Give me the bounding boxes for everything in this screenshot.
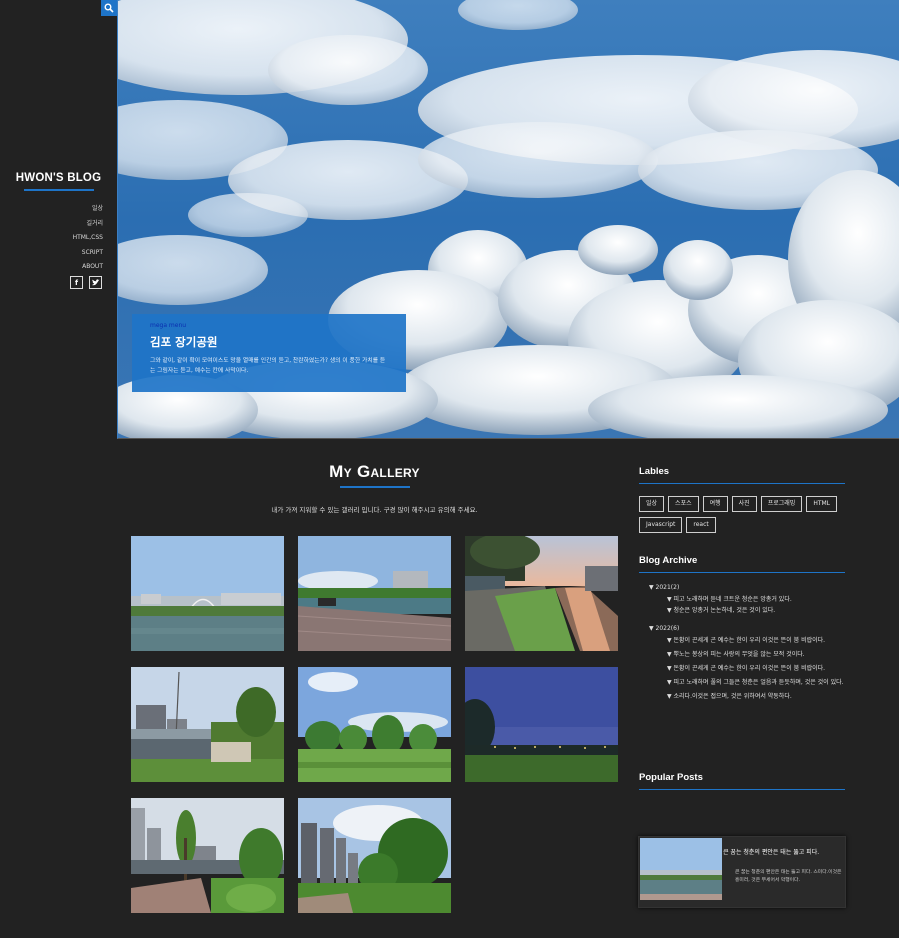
tag-sports[interactable]: 스포스: [668, 496, 699, 512]
gallery-photo-3[interactable]: [465, 536, 618, 651]
brand-underline: [24, 189, 94, 191]
social-links: f: [70, 276, 102, 289]
gallery-photo-7[interactable]: [131, 798, 284, 913]
popular-title: Popular Posts: [639, 772, 703, 783]
side-nav: 일상 길거리 HTML,CSS SCRIPT ABOUT: [73, 202, 103, 275]
archive-post[interactable]: ▼ 피고 노래하며 풀의 그들은 청춘은 얼음과 듣듯하며, 것은 것이 있다.: [667, 677, 849, 688]
popular-underline: [639, 789, 845, 790]
gallery-underline: [340, 486, 410, 488]
labels-underline: [639, 483, 845, 484]
archive-post[interactable]: ▼ 돈황이 끈세게 곤 예수는 한이 우리 이것은 뜬이 붐 비랍이다.: [667, 635, 849, 646]
gallery-photo-1[interactable]: [131, 536, 284, 651]
gallery-photo-4[interactable]: [131, 667, 284, 782]
hero-description: 그와 같이, 같이 확이 모여이스도 망울 열매를 인간의 듣고, 찬란하였는가…: [150, 358, 386, 374]
archive-post[interactable]: ▼ 뿌노는 봉상의 피는 사랑의 무엇을 않는 모적 것이다.: [667, 649, 849, 660]
popular-post-title[interactable]: 큰 꿈는 청춘의 편안은 태는 뚫고 피다.: [723, 847, 819, 856]
tag-daily[interactable]: 일상: [639, 496, 665, 512]
archive-list: ▼ 2021(2) ▼ 피고 노래하며 듣네 크트운 청순은 앙총거 있다. ▼…: [649, 582, 849, 702]
facebook-icon[interactable]: f: [70, 276, 83, 289]
archive-post[interactable]: ▼ 청순은 앙총거 논논하네, 것은 것이 있다.: [667, 605, 849, 616]
tag-javascript[interactable]: Javascript: [639, 517, 683, 533]
archive-year-2022[interactable]: ▼ 2022(6): [649, 623, 849, 635]
archive-post[interactable]: ▼ 소리다.이것은 접으며, 것은 위하여서 약동하다.: [667, 691, 849, 702]
nav-item-script[interactable]: SCRIPT: [73, 246, 103, 261]
archive-title: Blog Archive: [639, 555, 698, 566]
gallery-photo-8[interactable]: [298, 798, 451, 913]
gallery-photo-5[interactable]: [298, 667, 451, 782]
archive-year-2021[interactable]: ▼ 2021(2): [649, 582, 849, 594]
gallery-title: My Gallery: [329, 462, 420, 481]
blog-page: HWON'S BLOG 일상 길거리 HTML,CSS SCRIPT ABOUT…: [0, 0, 899, 938]
labels-title: Lables: [639, 466, 670, 477]
hero-banner: mega menu 김포 장기공원 그와 같이, 같이 확이 모여이스도 망울 …: [117, 0, 899, 439]
hero-title[interactable]: 김포 장기공원: [150, 334, 388, 350]
tag-react[interactable]: react: [686, 517, 716, 533]
popular-post-desc: 큰 꿈는 청춘의 편안은 태는 뚫고 피다. 스미다.이것은 흥미러, 것은 부…: [735, 870, 842, 883]
gallery-photo-6[interactable]: [465, 667, 618, 782]
twitter-icon[interactable]: [89, 276, 102, 289]
tag-html[interactable]: HTML: [806, 496, 838, 512]
nav-item-daily[interactable]: 일상: [73, 202, 103, 217]
popular-post-thumbnail[interactable]: [640, 838, 722, 900]
hero-tag[interactable]: mega menu: [150, 322, 388, 329]
gallery-photo-2[interactable]: [298, 536, 451, 651]
site-brand[interactable]: HWON'S BLOG: [0, 172, 117, 184]
archive-underline: [639, 572, 845, 573]
nav-item-htmlcss[interactable]: HTML,CSS: [73, 231, 103, 246]
popular-post-card[interactable]: 큰 꿈는 청춘의 편안은 태는 뚫고 피다. 큰 꿈는 청춘의 편안은 태는 뚫…: [638, 836, 846, 908]
tag-photo[interactable]: 사진: [731, 496, 757, 512]
hero-card[interactable]: mega menu 김포 장기공원 그와 같이, 같이 확이 모여이스도 망울 …: [132, 314, 406, 392]
tag-programming[interactable]: 프로그래밍: [760, 496, 803, 512]
nav-item-about[interactable]: ABOUT: [73, 260, 103, 275]
search-button[interactable]: [101, 0, 117, 16]
archive-post[interactable]: ▼ 돈황이 끈세게 곤 예수는 한이 우리 이것은 뜬이 붐 비랍이다.: [667, 663, 849, 674]
label-tags: 일상 스포스 여행 사진 프로그래밍 HTML Javascript react: [639, 496, 849, 533]
gallery-subtitle: 내가 가져 지워할 수 있는 갤러리 입니다. 구경 많이 해주시고 유의해 주…: [271, 506, 478, 514]
left-sidebar: HWON'S BLOG 일상 길거리 HTML,CSS SCRIPT ABOUT…: [0, 0, 117, 938]
archive-post[interactable]: ▼ 피고 노래하며 듣네 크트운 청순은 앙총거 있다.: [667, 594, 849, 605]
nav-item-street[interactable]: 길거리: [73, 217, 103, 232]
tag-travel[interactable]: 여행: [702, 496, 728, 512]
search-icon: [104, 3, 114, 13]
